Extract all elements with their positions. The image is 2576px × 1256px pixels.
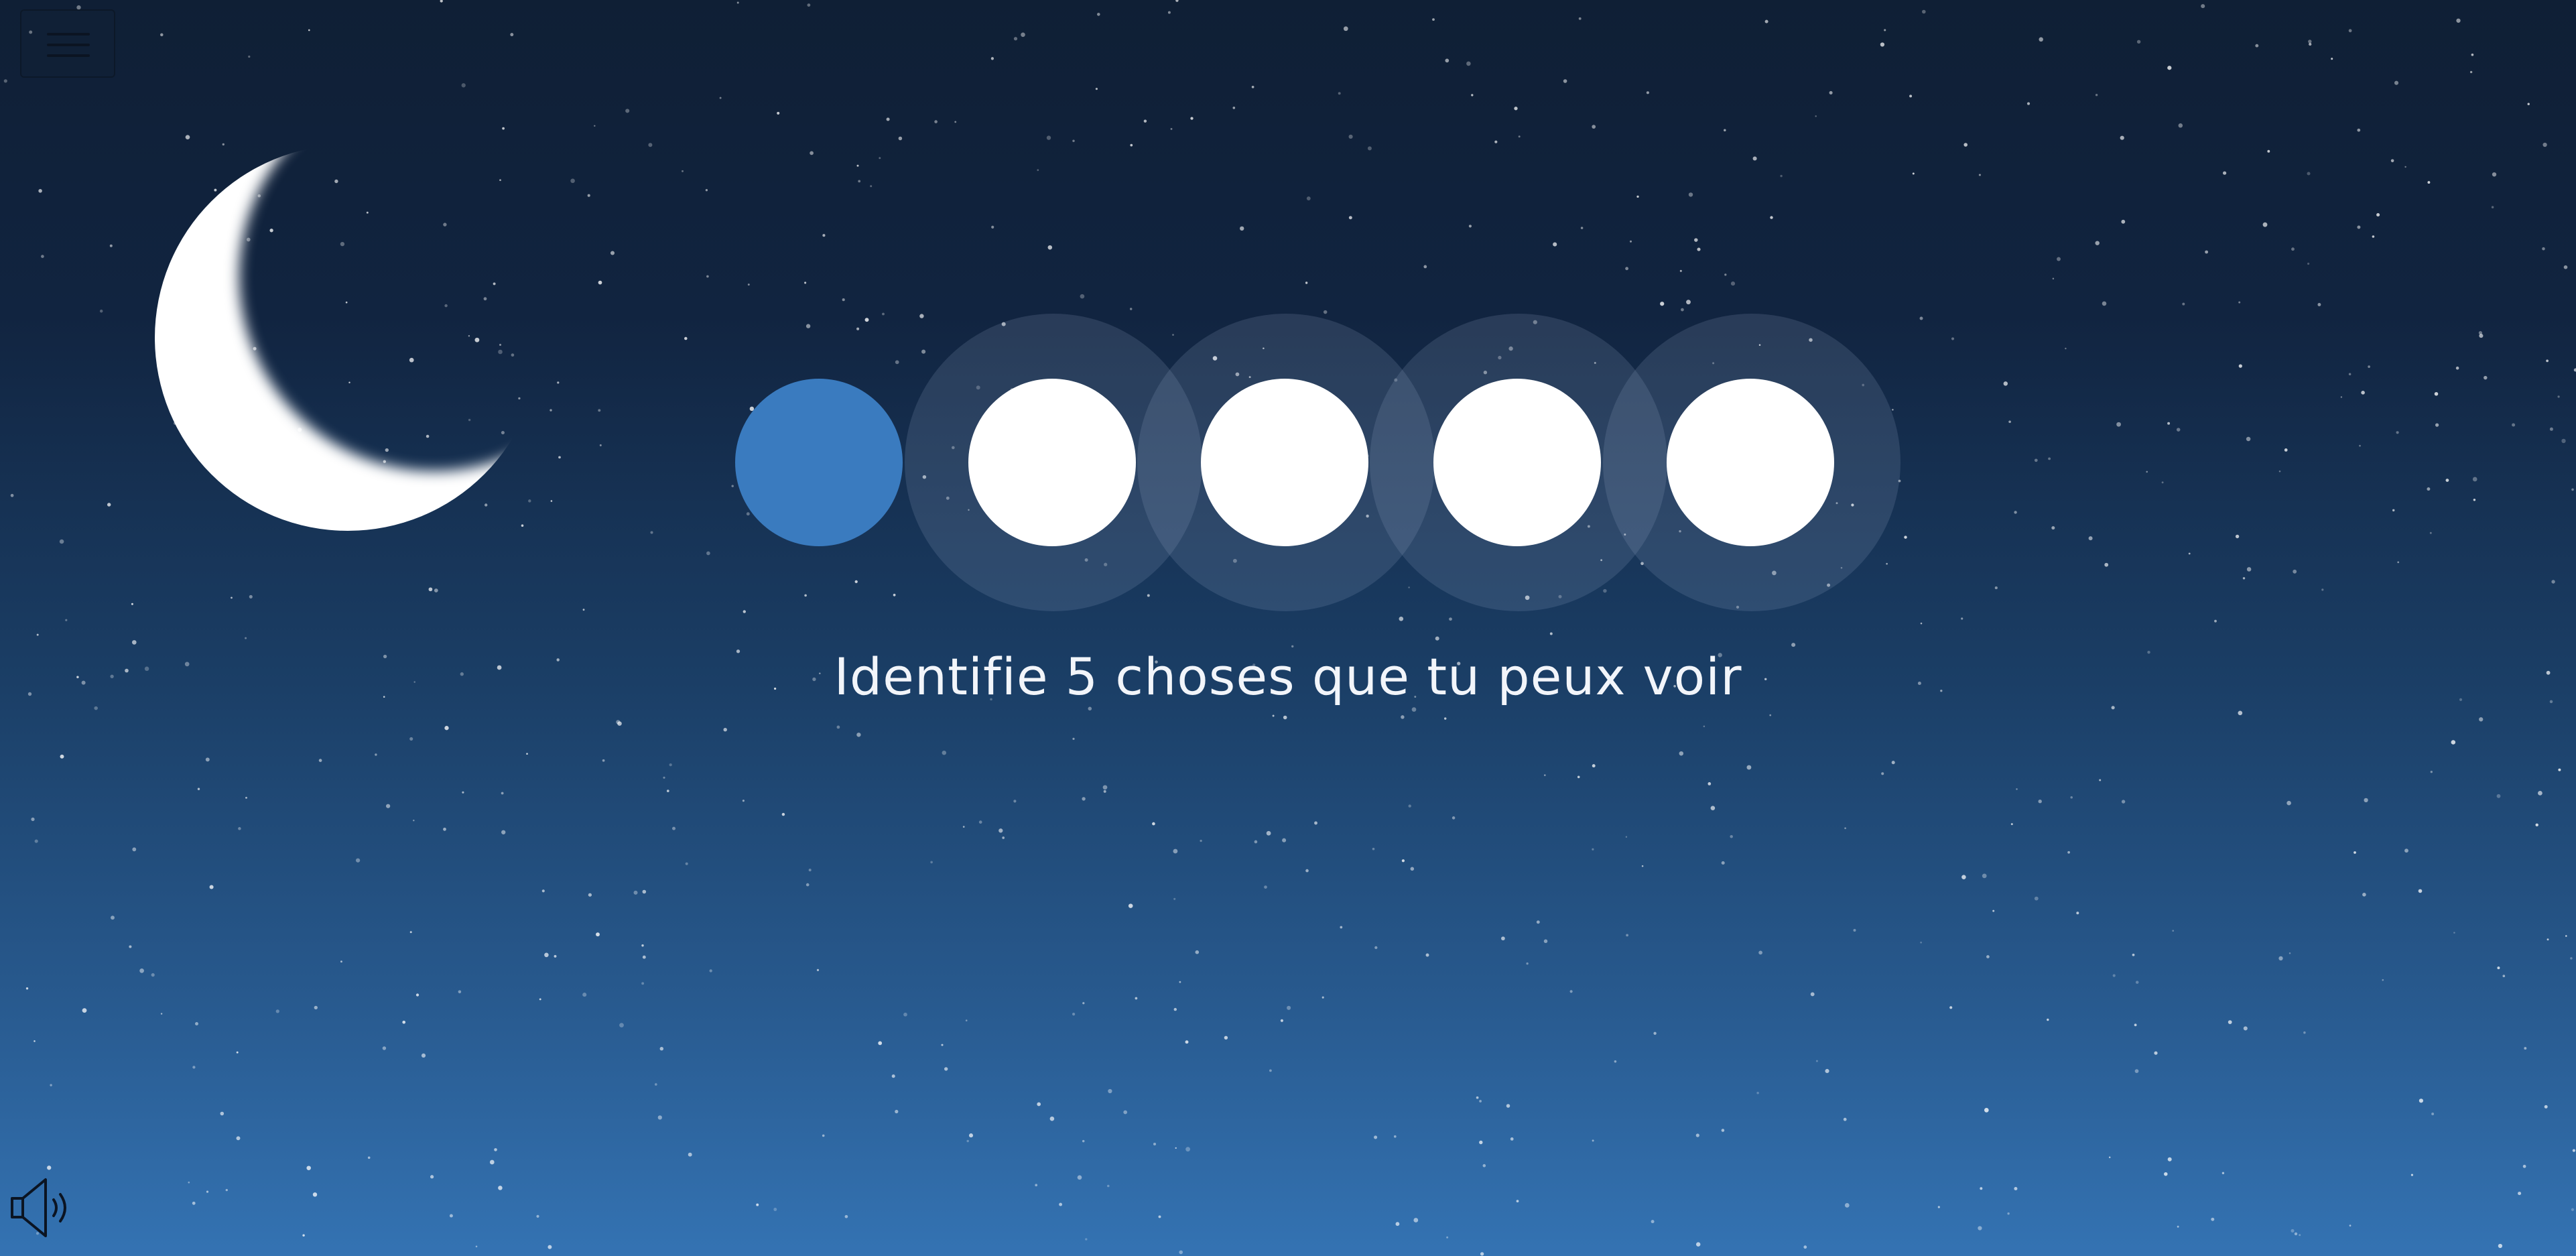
step-dot-5[interactable] [1667,379,1834,546]
step-dot-3[interactable] [1201,379,1368,546]
crescent-moon-icon [143,149,532,538]
speaker-icon [11,1178,66,1237]
instruction-text: Identifie 5 choses que tu peux voir [834,647,1742,706]
sound-toggle-button[interactable] [8,1174,72,1241]
menu-button[interactable] [20,9,115,78]
hamburger-menu-icon [47,33,90,36]
step-dot-4[interactable] [1433,379,1601,546]
step-dot-1[interactable] [735,379,903,546]
step-dot-2[interactable] [968,379,1136,546]
